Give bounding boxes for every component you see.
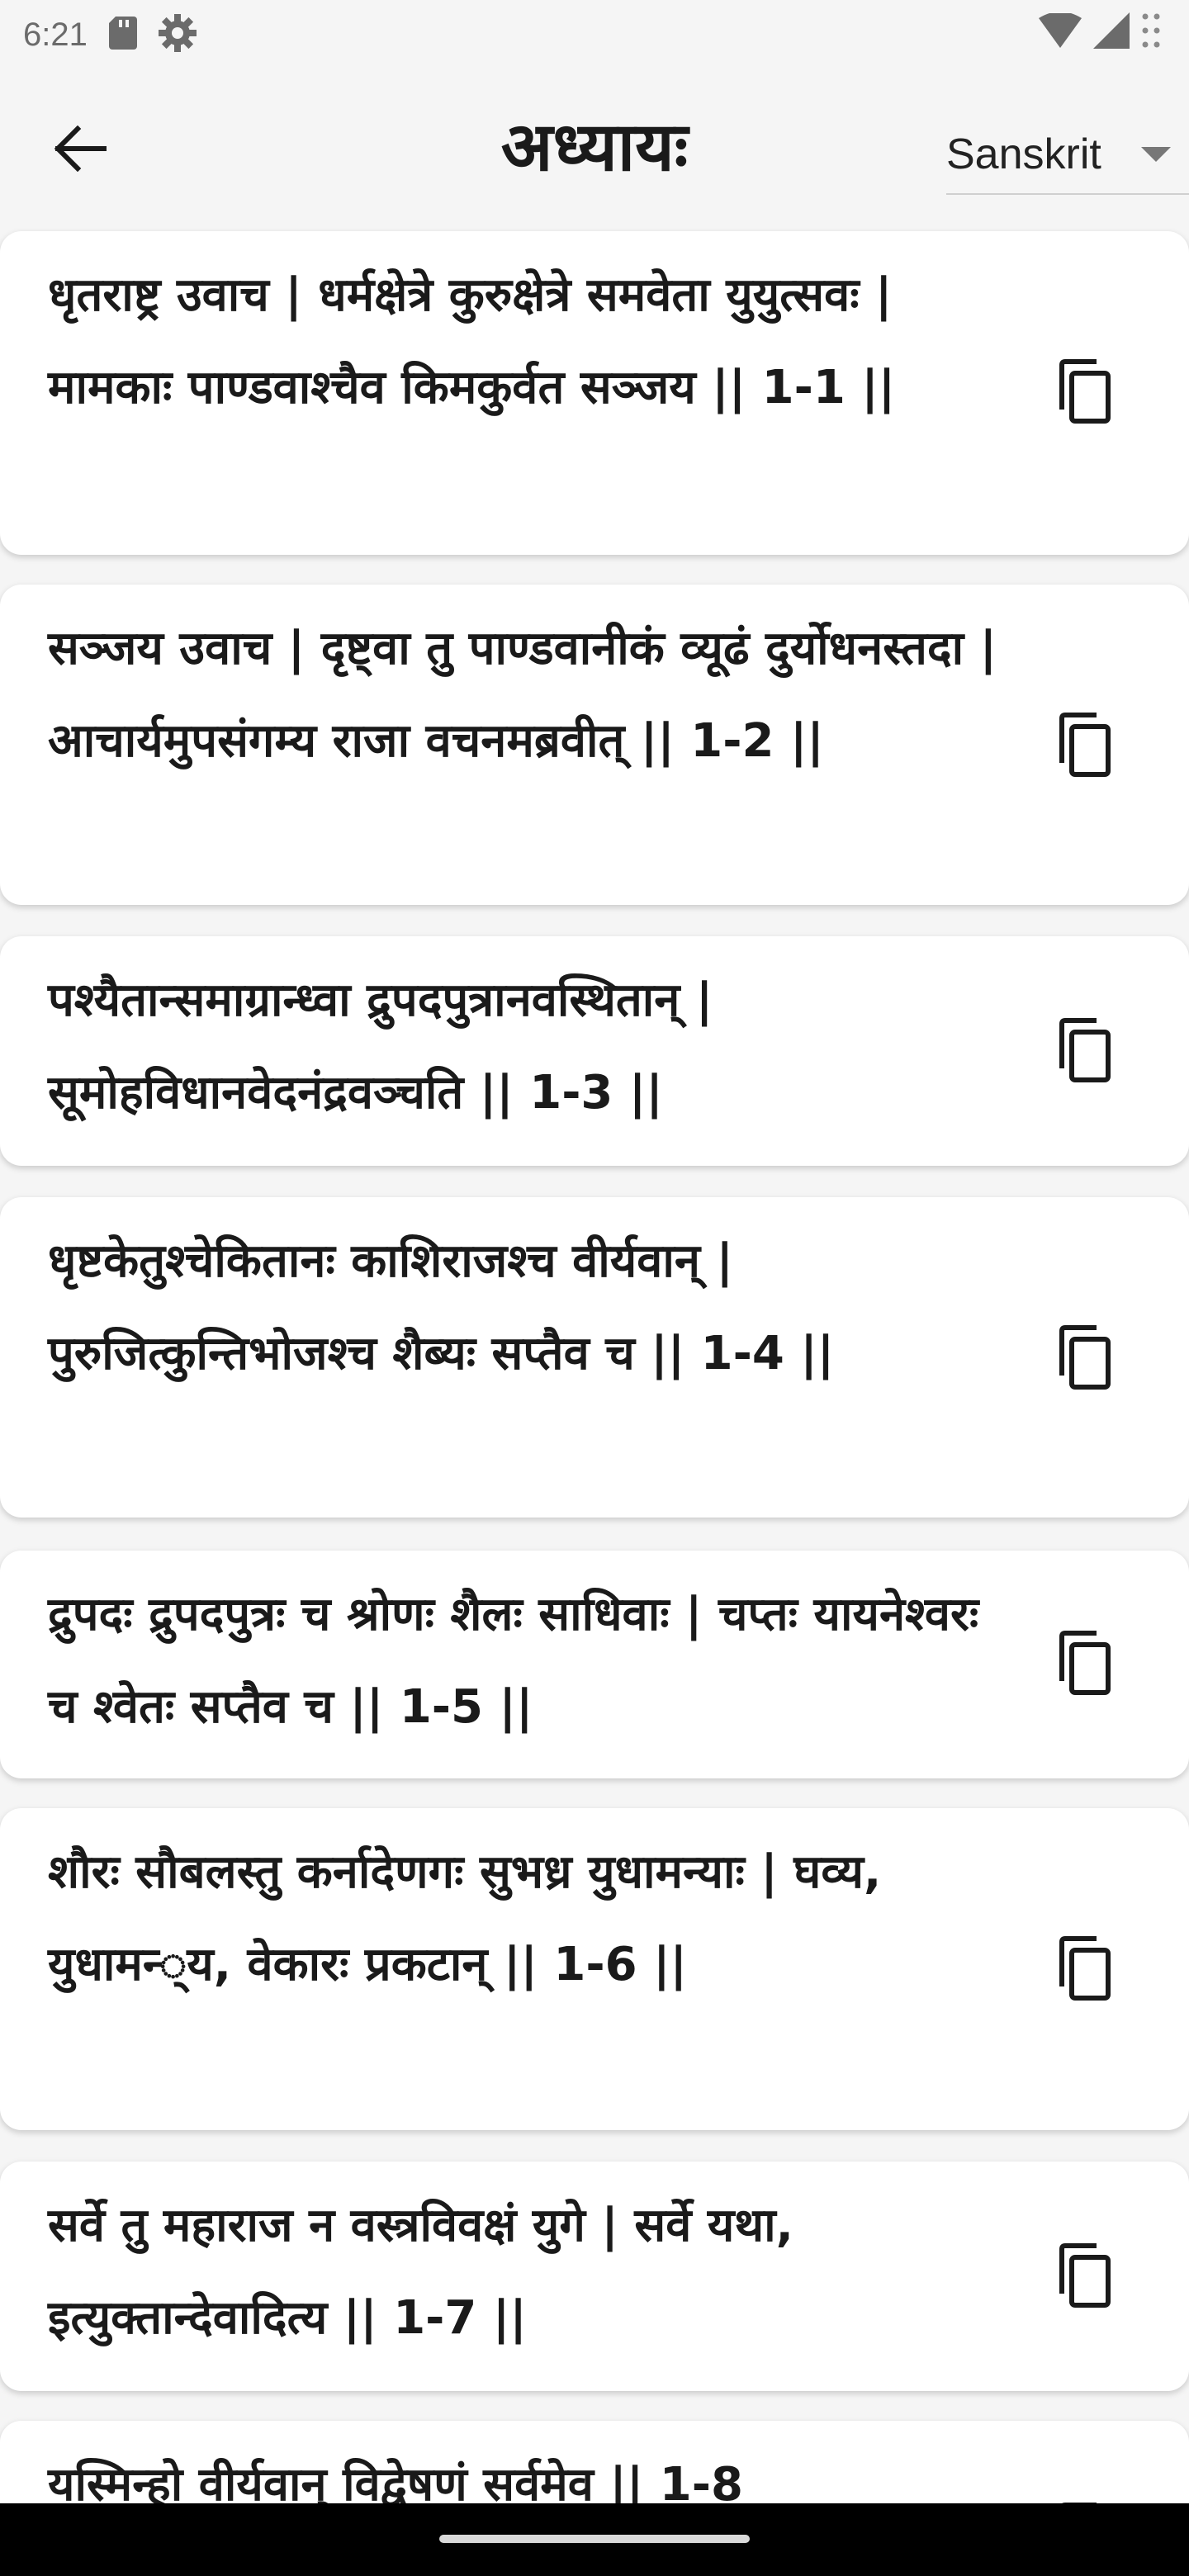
verse-card: पश्यैतान्समाग्रान्ध्वा द्रुपदपुत्रानवस्थ…: [0, 936, 1189, 1166]
copy-button[interactable]: [1042, 1929, 1125, 2011]
signal-icon: [1093, 12, 1130, 52]
verse-card: धृष्टकेतुश्चेकितानः काशिराजश्च वीर्यवान्…: [0, 1197, 1189, 1518]
wifi-icon: [1039, 12, 1082, 51]
verse-card: द्रुपदः द्रुपदपुत्रः च श्रोणः शैलः साधिव…: [0, 1551, 1189, 1778]
verse-list[interactable]: धृतराष्ट्र उवाच | धर्मक्षेत्रे कुरुक्षेत…: [0, 228, 1189, 2503]
verse-text: पश्यैतान्समाग्रान्ध्वा द्रुपदपुत्रानवस्थ…: [48, 973, 713, 1120]
copy-icon: [1054, 358, 1113, 428]
copy-icon: [1054, 1324, 1113, 1394]
home-gesture-handle[interactable]: [439, 2535, 750, 2543]
verse-card: सर्वे तु महाराज न वस्त्रविवक्षं युगे | स…: [0, 2162, 1189, 2391]
copy-icon: [1054, 1017, 1113, 1087]
verse-text: द्रुपदः द्रुपदपुत्रः च श्रोणः शैलः साधिव…: [48, 1588, 979, 1734]
copy-button[interactable]: [1042, 1011, 1125, 1093]
more-dots-icon: [1141, 12, 1161, 53]
navigation-bar: [0, 2503, 1189, 2576]
gear-icon: [157, 12, 198, 57]
language-selected-value: Sanskrit: [946, 130, 1101, 178]
caret-down-icon: [1141, 147, 1171, 162]
verse-card: धृतराष्ट्र उवाच | धर्मक्षेत्रे कुरुक्षेत…: [0, 231, 1189, 555]
copy-icon: [1054, 1630, 1113, 1699]
sd-card-icon: [108, 17, 137, 53]
language-dropdown[interactable]: Sanskrit: [946, 116, 1189, 195]
verse-text: यस्मिन्हो वीर्यवान् विद्वेषणं सर्वमेव ||…: [48, 2458, 743, 2503]
arrow-back-icon: [54, 125, 107, 175]
copy-button[interactable]: [1042, 2236, 1125, 2318]
verse-card: शौरः सौबलस्तु कर्नादेणगः सुभध्र युधामन्य…: [0, 1808, 1189, 2130]
copy-button[interactable]: [1042, 1623, 1125, 1706]
verse-text: शौरः सौबलस्तु कर्नादेणगः सुभध्र युधामन्य…: [48, 1845, 882, 1991]
back-button[interactable]: [41, 111, 121, 190]
verse-text: सर्वे तु महाराज न वस्त्रविवक्षं युगे | स…: [48, 2199, 793, 2345]
verse-text: सञ्जय उवाच | दृष्ट्वा तु पाण्डवानीकं व्य…: [48, 622, 997, 768]
copy-button[interactable]: [1042, 2495, 1125, 2503]
verse-text: धृष्टकेतुश्चेकितानः काशिराजश्च वीर्यवान्…: [48, 1234, 835, 1380]
copy-icon: [1054, 1935, 1113, 2005]
copy-icon: [1054, 712, 1113, 781]
copy-button[interactable]: [1042, 1318, 1125, 1400]
verse-card: सञ्जय उवाच | दृष्ट्वा तु पाण्डवानीकं व्य…: [0, 585, 1189, 905]
status-bar: 6:21: [0, 0, 1189, 69]
status-left-icons: [108, 12, 198, 57]
copy-button[interactable]: [1042, 352, 1125, 434]
app-bar: अध्यायः Sanskrit: [0, 83, 1189, 215]
verse-text: धृतराष्ट्र उवाच | धर्मक्षेत्रे कुरुक्षेत…: [48, 268, 896, 414]
copy-icon: [1054, 2242, 1113, 2312]
verse-card: यस्मिन्हो वीर्यवान् विद्वेषणं सर्वमेव ||…: [0, 2421, 1189, 2503]
status-right-icons: [1039, 12, 1161, 53]
status-time: 6:21: [23, 16, 88, 53]
copy-button[interactable]: [1042, 705, 1125, 788]
